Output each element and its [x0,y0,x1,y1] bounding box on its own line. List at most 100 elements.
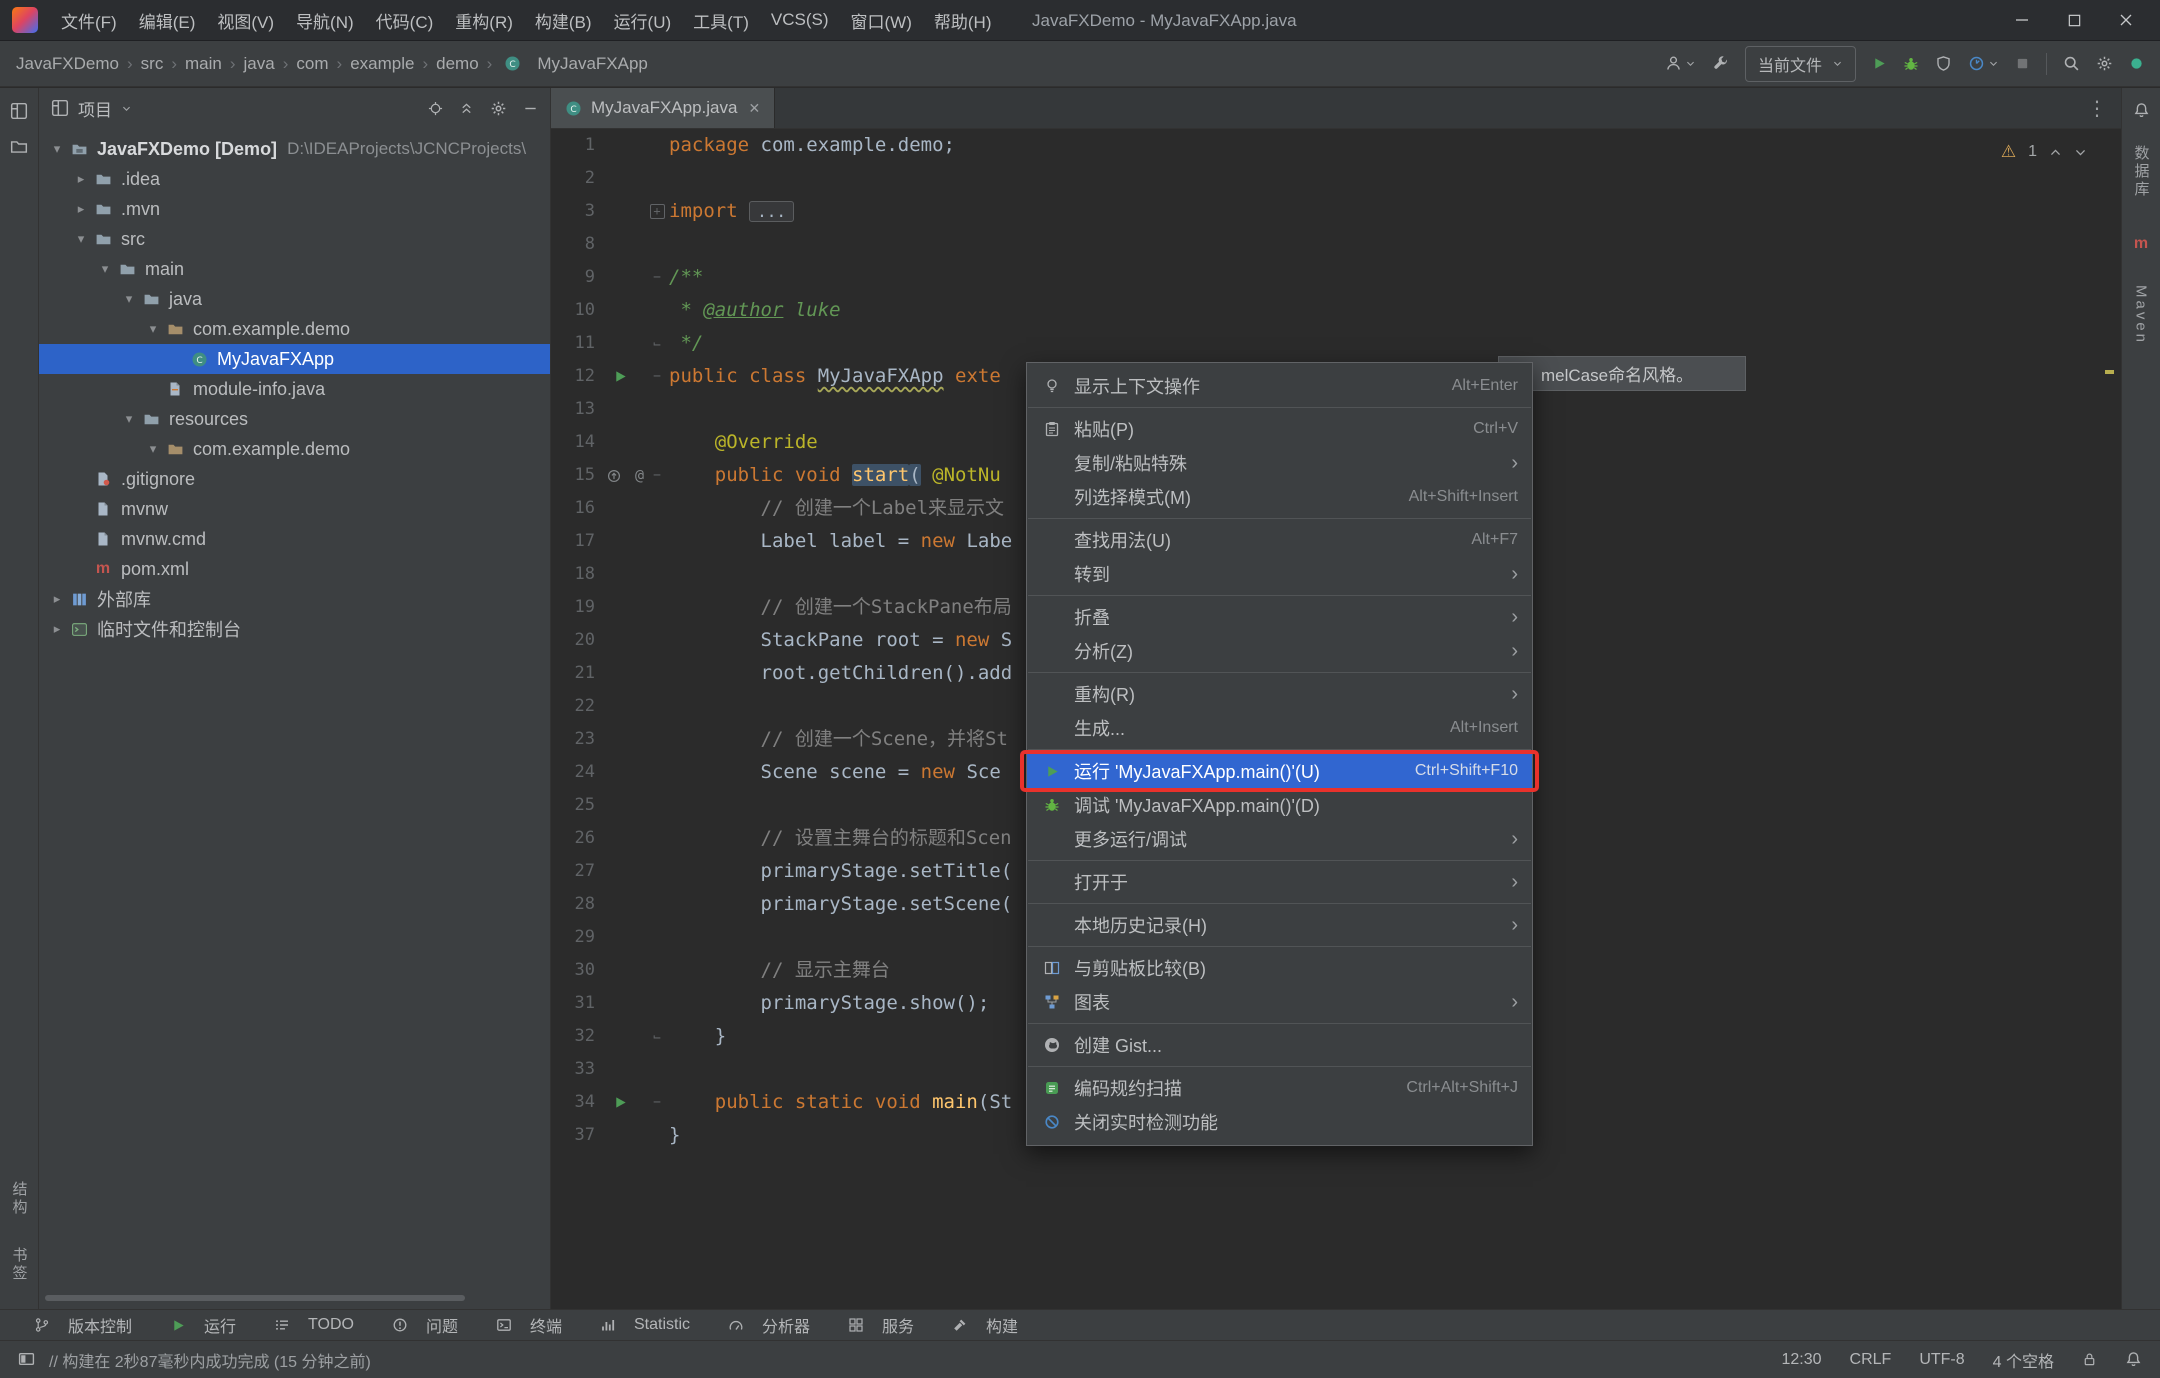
context-menu-item[interactable]: 调试 'MyJavaFXApp.main()'(D) [1027,788,1532,822]
tree-item[interactable]: mpom.xml [39,554,550,584]
line-number[interactable]: 25 [551,789,601,822]
context-menu-item[interactable]: 显示上下文操作Alt+Enter [1027,369,1532,403]
tree-chevron-expanded-icon[interactable]: ▾ [119,291,139,307]
tree-chevron-expanded-icon[interactable]: ▾ [71,231,91,247]
line-number[interactable]: 14 [551,426,601,459]
locate-icon[interactable] [428,101,443,116]
folder-toolwindow-button[interactable] [10,138,28,156]
context-menu-item[interactable]: 图表› [1027,985,1532,1019]
tree-item[interactable]: ▾java [39,284,550,314]
line-number[interactable]: 19 [551,591,601,624]
tree-item[interactable]: module-info.java [39,374,550,404]
tree-chevron-expanded-icon[interactable]: ▾ [119,411,139,427]
inspection-widget[interactable]: ⚠ 1 [2001,142,2087,162]
fold-marker[interactable]: − [645,1086,669,1119]
menubar-item[interactable]: 窗口(W) [840,0,923,40]
line-number[interactable]: 3 [551,195,601,228]
line-number[interactable]: 20 [551,624,601,657]
line-number[interactable]: 29 [551,921,601,954]
context-menu-item[interactable]: 编码规约扫描Ctrl+Alt+Shift+J [1027,1071,1532,1105]
fold-marker[interactable]: + [645,195,669,228]
line-number[interactable]: 21 [551,657,601,690]
tree-chevron-collapsed-icon[interactable]: ▸ [47,621,67,637]
settings-gear-icon[interactable] [2096,55,2113,72]
run-config-selector[interactable]: 当前文件 [1745,46,1856,82]
lock-icon[interactable] [2082,1352,2097,1367]
code-line[interactable]: 3+import ... [551,195,2121,228]
toolwindow-button-services[interactable]: 服务 [844,1313,914,1337]
next-warning-icon[interactable] [2074,146,2087,159]
line-number[interactable]: 16 [551,492,601,525]
fold-marker[interactable]: − [645,261,669,294]
context-menu-item[interactable]: 与剪贴板比较(B) [1027,951,1532,985]
context-menu-item[interactable]: 生成...Alt+Insert [1027,711,1532,745]
toolwindow-button-build[interactable]: 构建 [948,1313,1018,1337]
toolwindow-button-todo[interactable]: TODO [270,1316,354,1334]
tab-options-icon[interactable]: ⋮ [2087,96,2107,121]
tree-item[interactable]: CMyJavaFXApp [39,344,550,374]
line-number[interactable]: 26 [551,822,601,855]
tab-close-icon[interactable]: ✕ [748,100,760,117]
line-number[interactable]: 8 [551,228,601,261]
toolwindow-button-version-control[interactable]: 版本控制 [30,1313,132,1337]
tree-item[interactable]: ▸临时文件和控制台 [39,614,550,644]
tree-chevron-collapsed-icon[interactable]: ▸ [71,171,91,187]
status-dot-icon[interactable] [2129,56,2144,71]
context-menu-item[interactable]: 复制/粘贴特殊› [1027,446,1532,480]
code-line[interactable]: 1package com.example.demo; [551,129,2121,162]
context-menu-item[interactable]: 更多运行/调试› [1027,822,1532,856]
tree-item[interactable]: mvnw [39,494,550,524]
line-number[interactable]: 23 [551,723,601,756]
code-line[interactable]: 9−/** [551,261,2121,294]
tree-item[interactable]: ▸外部库 [39,584,550,614]
tree-item[interactable]: .gitignore [39,464,550,494]
user-account-icon[interactable] [1665,55,1696,72]
hide-icon[interactable] [523,101,538,116]
window-minimize-button[interactable] [1996,0,2048,40]
context-menu-item[interactable]: 列选择模式(M)Alt+Shift+Insert [1027,480,1532,514]
breadcrumb-item[interactable]: main [185,54,222,74]
status-encoding[interactable]: UTF-8 [1919,1351,1964,1369]
build-tools-icon[interactable] [1712,55,1729,72]
line-number[interactable]: 11 [551,327,601,360]
tree-chevron-expanded-icon[interactable]: ▾ [47,141,67,157]
menubar-item[interactable]: 工具(T) [682,0,760,40]
menubar-item[interactable]: 运行(U) [603,0,683,40]
toolwindow-button-terminal[interactable]: 终端 [492,1313,562,1337]
fold-marker[interactable]: ⌐ [645,1020,669,1053]
menubar-item[interactable]: 构建(B) [524,0,603,40]
tree-item[interactable]: ▾com.example.demo [39,434,550,464]
context-menu-item[interactable]: 创建 Gist... [1027,1028,1532,1062]
breadcrumb-item[interactable]: java [244,54,275,74]
breadcrumb-item[interactable]: demo [436,54,479,74]
line-number[interactable]: 1 [551,129,601,162]
status-line-ending[interactable]: CRLF [1850,1351,1892,1369]
window-maximize-button[interactable] [2048,0,2100,40]
line-number[interactable]: 31 [551,987,601,1020]
context-menu-item[interactable]: 查找用法(U)Alt+F7 [1027,523,1532,557]
context-menu-item[interactable]: 打开于› [1027,865,1532,899]
previous-warning-icon[interactable] [2049,146,2062,159]
profiler-button[interactable] [1968,55,1999,72]
line-number[interactable]: 22 [551,690,601,723]
toolwindow-button-maven[interactable]: m Maven [2133,233,2150,345]
line-number[interactable]: 24 [551,756,601,789]
menubar-item[interactable]: 导航(N) [285,0,365,40]
context-menu-item[interactable]: 本地历史记录(H)› [1027,908,1532,942]
tree-item[interactable]: ▾com.example.demo [39,314,550,344]
context-menu-item[interactable]: 分析(Z)› [1027,634,1532,668]
line-number[interactable]: 30 [551,954,601,987]
line-number[interactable]: 17 [551,525,601,558]
menubar-item[interactable]: 编辑(E) [128,0,207,40]
notifications-icon[interactable] [2125,1351,2142,1368]
debug-button[interactable] [1903,56,1919,72]
context-menu-item[interactable]: 运行 'MyJavaFXApp.main()'(U)Ctrl+Shift+F10 [1027,754,1532,788]
toolwindow-button-profiler[interactable]: 分析器 [724,1313,810,1337]
stop-button[interactable] [2015,56,2030,71]
breadcrumb-item[interactable]: example [350,54,414,74]
context-menu-item[interactable]: 转到› [1027,557,1532,591]
breadcrumb-item[interactable]: src [141,54,164,74]
editor-tab[interactable]: C MyJavaFXApp.java ✕ [551,88,775,128]
run-button[interactable] [1872,56,1887,71]
window-close-button[interactable] [2100,0,2152,40]
